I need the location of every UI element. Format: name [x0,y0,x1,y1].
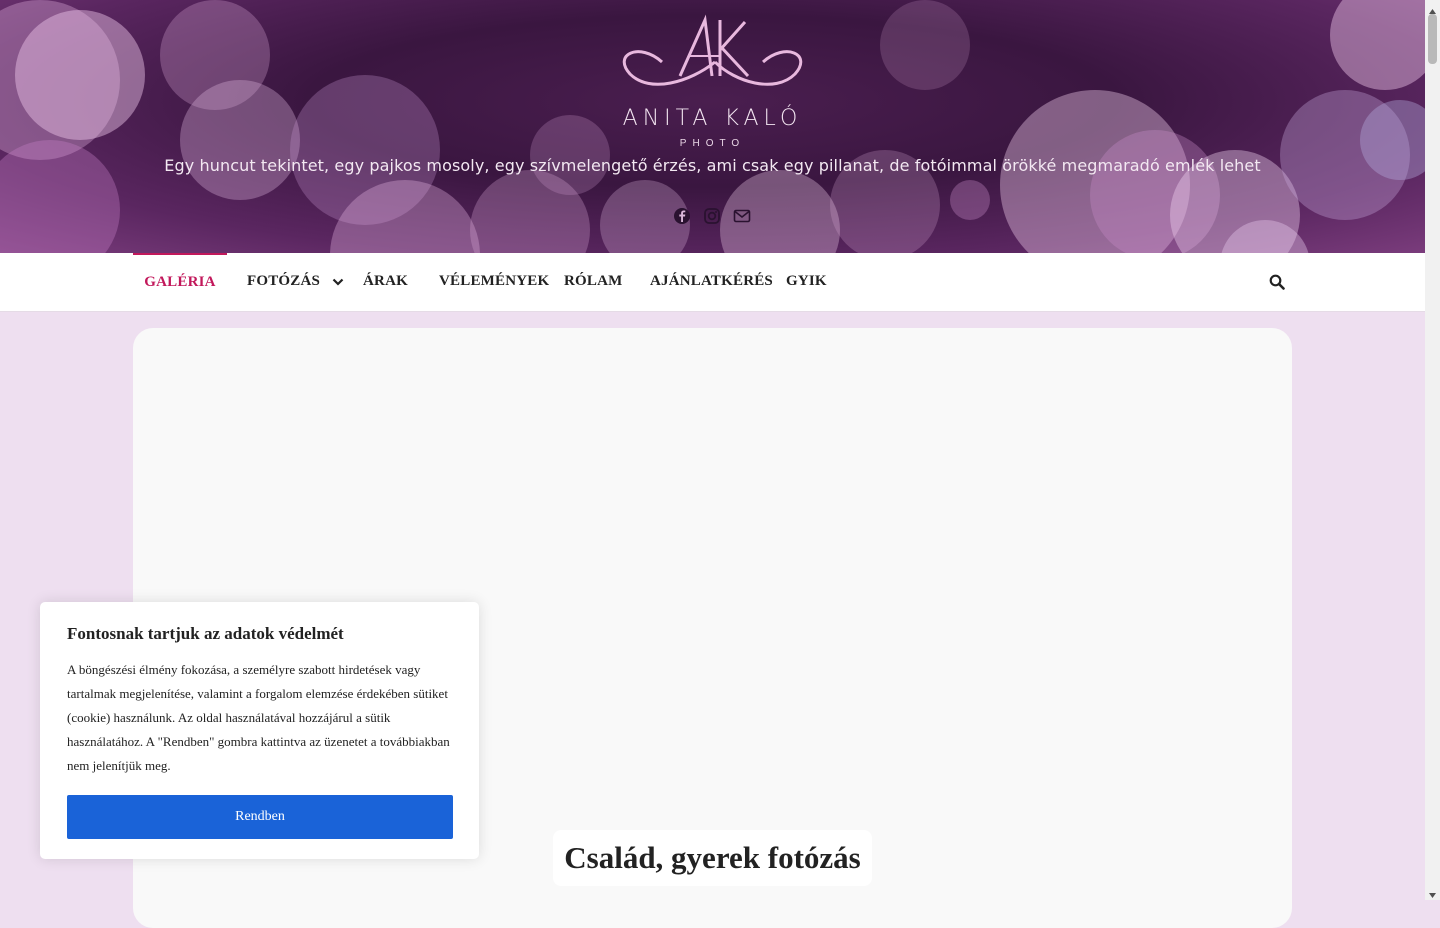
nav-item-label: AJÁNLATKÉRÉS [650,273,773,289]
site-logo[interactable]: ANITA KALÓ PHOTO [0,14,1425,154]
nav-item-label: GALÉRIA [144,274,216,290]
cookie-text: A böngészési élmény fokozása, a személyr… [67,662,450,773]
nav-item-fotozas[interactable]: FOTÓZÁS [247,253,344,311]
logo-subtitle: PHOTO [679,138,746,149]
main-navigation: GALÉRIA FOTÓZÁS ÁRAK VÉLEMÉNYEK RÓLAM AJ… [0,253,1425,312]
envelope-icon[interactable] [733,207,751,225]
nav-item-label: GYIK [786,273,827,289]
logo-name: ANITA KALÓ [622,106,803,131]
site-tagline: Egy huncut tekintet, egy pajkos mosoly, … [164,156,1261,175]
instagram-icon[interactable] [703,207,721,225]
nav-item-label: ÁRAK [363,273,408,289]
page-title: Család, gyerek fotózás [553,830,872,886]
bokeh-decoration [950,180,990,220]
site-header: ANITA KALÓ PHOTO Egy huncut tekintet, eg… [0,0,1425,253]
cookie-title: Fontosnak tartjuk az adatok védelmét [67,624,344,643]
nav-item-label: FOTÓZÁS [247,273,321,289]
search-icon[interactable] [1269,274,1285,290]
chevron-down-icon [332,278,344,286]
facebook-icon[interactable] [673,207,691,225]
nav-item-arak[interactable]: ÁRAK [363,253,408,311]
nav-item-label: RÓLAM [564,273,623,289]
cookie-consent-popup: Fontosnak tartjuk az adatok védelmét A b… [40,602,479,859]
logo-mark-icon [622,14,803,86]
scroll-up-arrow-icon[interactable] [1428,3,1437,14]
nav-item-label: VÉLEMÉNYEK [439,273,550,289]
nav-item-velemenyek[interactable]: VÉLEMÉNYEK [439,253,549,311]
nav-item-gyik[interactable]: GYIK [786,253,827,311]
cookie-accept-button[interactable]: Rendben [67,795,453,839]
nav-item-ajanlatkeres[interactable]: AJÁNLATKÉRÉS [650,253,773,311]
nav-item-galeria[interactable]: GALÉRIA [133,253,227,313]
scrollbar[interactable] [1425,0,1440,900]
nav-item-rolam[interactable]: RÓLAM [564,253,623,311]
scroll-down-arrow-icon[interactable] [1428,886,1437,898]
social-links [673,207,751,225]
scrollbar-thumb[interactable] [1428,14,1437,64]
